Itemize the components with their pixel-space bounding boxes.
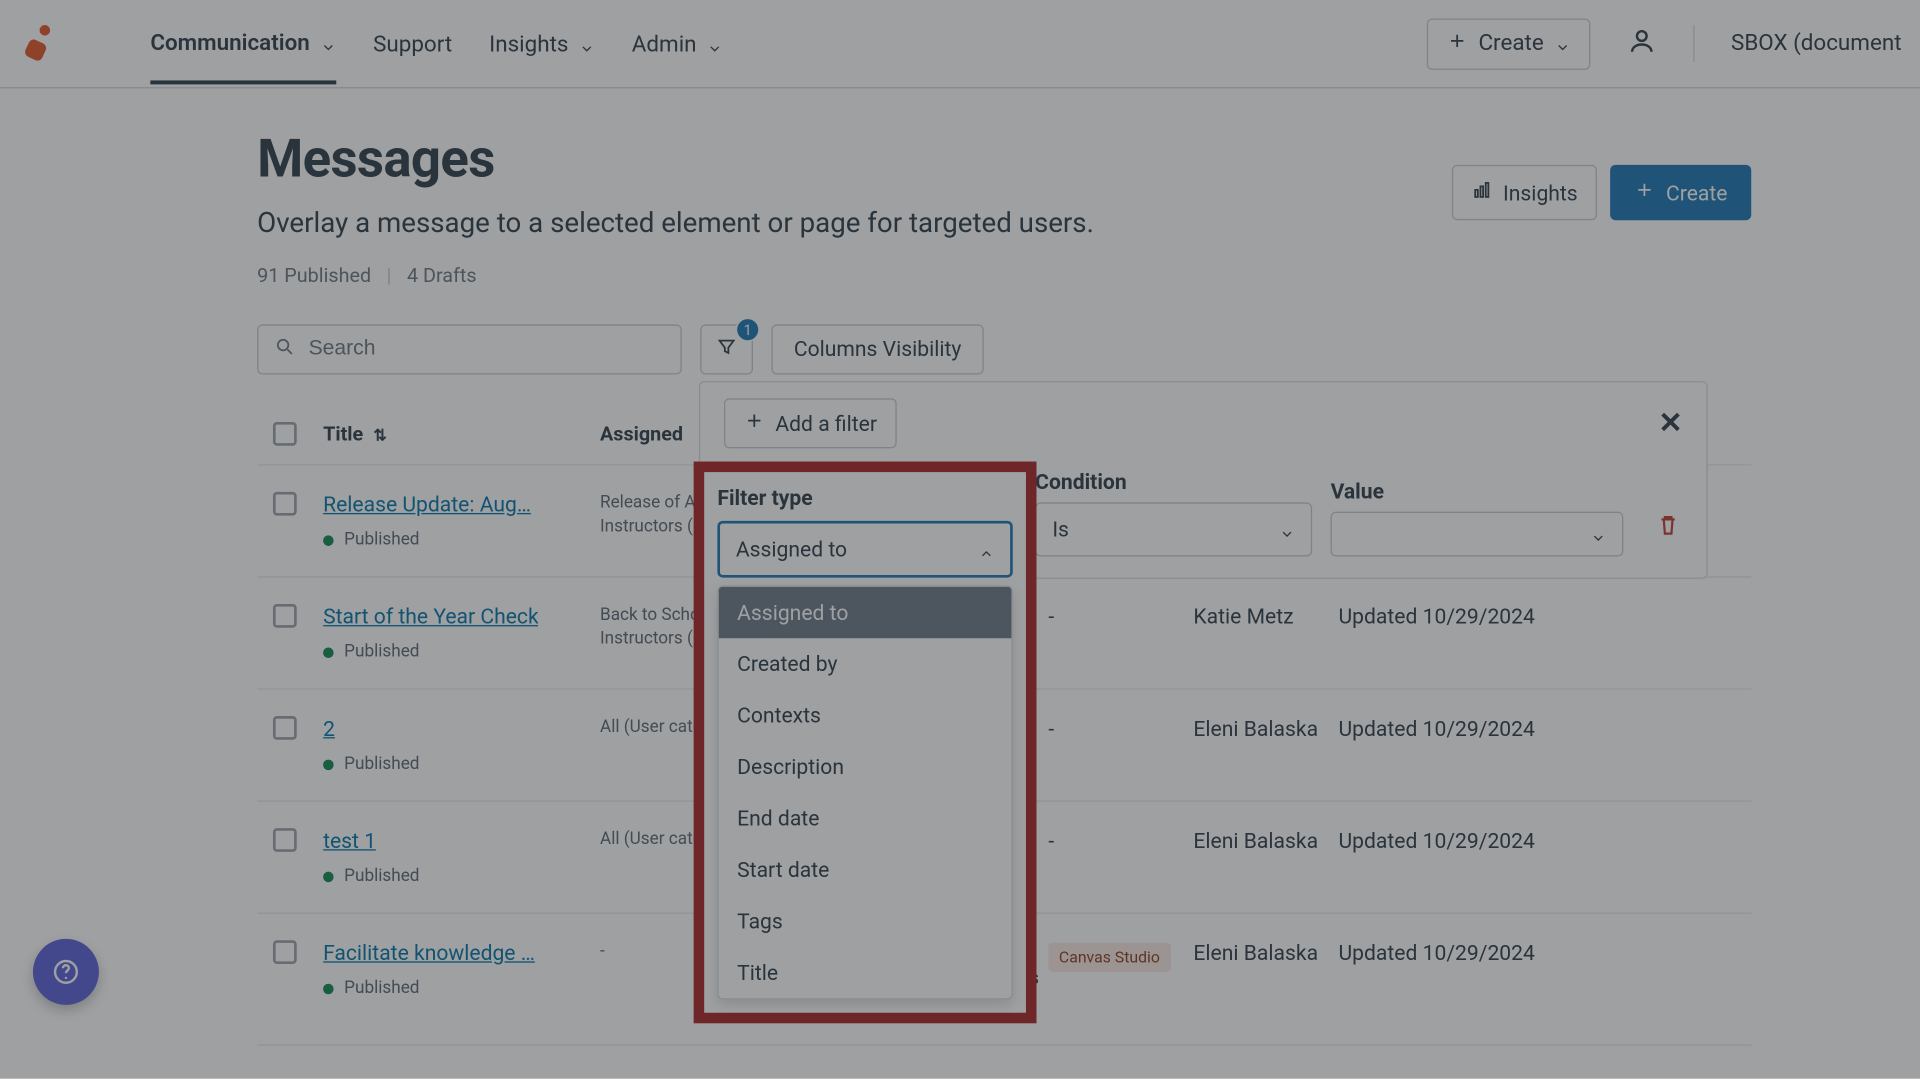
modal-scrim [0,0,1920,1079]
